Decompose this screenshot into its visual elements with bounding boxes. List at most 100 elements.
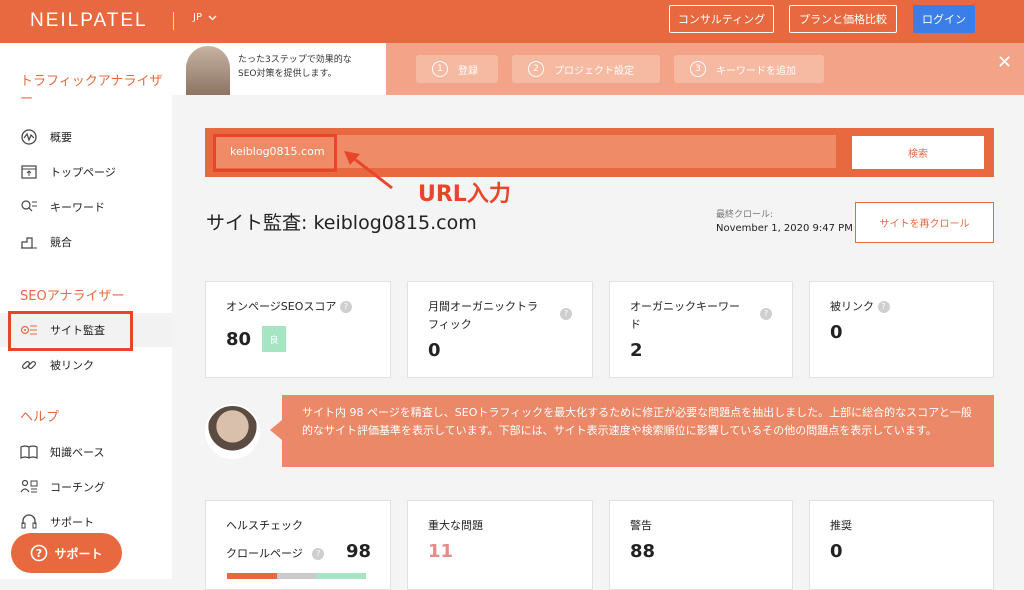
help-icon[interactable]: ? [560, 308, 572, 320]
neilpatel-logo[interactable]: NEILPATEL [30, 10, 148, 32]
crawl-pages-row: クロールページ ? [226, 545, 325, 561]
metric-title: オーガニックキーワー ド [630, 298, 740, 334]
issue-value: 11 [428, 541, 454, 562]
last-crawl-date: November 1, 2020 9:47 PM [716, 223, 853, 234]
issue-value: 0 [830, 541, 843, 562]
sidebar-section-help: ヘルプ [20, 410, 60, 425]
annotation-highlight-url [213, 134, 337, 172]
metric-title: 被リンク ? [830, 298, 890, 316]
link-icon [21, 360, 37, 370]
metric-title-line2: フィック [428, 318, 472, 331]
metric-title-text: 被リンク [830, 300, 874, 313]
metric-title-line1: 月間オーガニックトラ [428, 300, 538, 313]
help-icon[interactable]: ? [877, 301, 890, 313]
overview-icon [21, 129, 37, 145]
plans-button[interactable]: プランと価格比較 [789, 5, 897, 33]
header-divider [173, 12, 174, 30]
speech-pointer [270, 420, 282, 440]
language-label: JP [193, 12, 202, 23]
step-label: キーワードを追加 [716, 65, 796, 77]
last-crawl-label: 最終クロール: [716, 210, 774, 220]
recrawl-button[interactable]: サイトを再クロール [855, 202, 994, 243]
annotation-arrow-icon [344, 151, 393, 190]
status-badge: 良 [262, 326, 286, 352]
banner-intro: たった3ステップで効果的な SEO対策を提供します。 [172, 43, 386, 95]
sidebar-item-label: キーワード [50, 201, 105, 214]
step-label: プロジェクト設定 [554, 65, 634, 77]
avatar [205, 404, 260, 459]
search-button[interactable]: 検索 [852, 136, 984, 169]
sidebar-item-backlinks[interactable]: 被リンク [0, 348, 172, 382]
banner-text-line1: たった3ステップで効果的な [238, 55, 352, 65]
step-number: 1 [432, 61, 448, 77]
metric-card-onpage-seo: オンページSEOスコア ? 80 良 [205, 281, 391, 378]
step-project-setup[interactable]: 2 プロジェクト設定 [512, 55, 660, 83]
health-check-title: ヘルスチェック [226, 519, 303, 532]
health-bar-warning [277, 573, 316, 579]
issue-card-critical: 重大な問題 11 [407, 500, 593, 590]
chevron-down-icon [208, 15, 217, 20]
sidebar-section-label: トラフィックアナライザ [20, 74, 163, 89]
avatar [186, 46, 230, 95]
metric-title-line1: オーガニックキーワー [630, 300, 740, 313]
step-number: 2 [528, 61, 544, 77]
support-button-label: サポート [54, 546, 103, 561]
step-add-keywords[interactable]: 3 キーワードを追加 [674, 55, 824, 83]
metric-card-organic-keywords: オーガニックキーワー ド ? 2 [609, 281, 793, 378]
login-button[interactable]: ログイン [913, 5, 975, 33]
sidebar-item-label: トップページ [50, 166, 116, 179]
sidebar-item-coaching[interactable]: コーチング [0, 470, 172, 504]
step-number: 3 [690, 61, 706, 77]
consulting-button[interactable]: コンサルティング [669, 5, 774, 33]
metric-title: オンページSEOスコア ? [226, 298, 352, 316]
sidebar-section-traffic: トラフィックアナライザ ー [20, 73, 162, 109]
crawl-pages-value: 98 [346, 541, 372, 562]
metric-value: 2 [630, 340, 643, 361]
sidebar-item-label: 被リンク [50, 359, 94, 372]
metric-card-backlinks: 被リンク ? 0 [809, 281, 994, 378]
sidebar-section-seo: SEOアナライザー [20, 289, 125, 304]
banner-text: たった3ステップで効果的な SEO対策を提供します。 [238, 53, 352, 81]
competitors-icon [21, 237, 37, 249]
metric-title-text: オンページSEOスコア [226, 300, 337, 313]
sidebar-item-keywords[interactable]: キーワード [0, 190, 172, 224]
sidebar-item-overview[interactable]: 概要 [0, 120, 172, 154]
onboarding-banner: たった3ステップで効果的な SEO対策を提供します。 1 登録 2 プロジェクト… [172, 43, 1024, 95]
book-icon [20, 445, 38, 459]
annotation-highlight-site-audit [8, 311, 133, 351]
issue-card-warning: 警告 88 [609, 500, 793, 590]
sidebar-item-top-pages[interactable]: トップページ [0, 155, 172, 189]
issue-title: 重大な問題 [428, 519, 483, 532]
crawl-pages-label: クロールページ [226, 547, 303, 560]
metric-card-organic-traffic: 月間オーガニックトラ フィック ? 0 [407, 281, 593, 378]
step-label: 登録 [458, 65, 478, 77]
step-register[interactable]: 1 登録 [416, 55, 498, 83]
metric-title: 月間オーガニックトラ フィック [428, 298, 538, 334]
health-bar-critical [227, 573, 277, 579]
headset-icon [21, 514, 37, 529]
top-pages-icon [21, 165, 37, 179]
sidebar-item-knowledge-base[interactable]: 知識ベース [0, 435, 172, 469]
issue-card-recommended: 推奨 0 [809, 500, 994, 590]
help-circle-icon: ? [31, 544, 48, 562]
close-icon[interactable]: ✕ [997, 52, 1012, 73]
sidebar-item-competitors[interactable]: 競合 [0, 225, 172, 259]
metric-value: 0 [830, 322, 843, 343]
help-icon[interactable]: ? [312, 548, 325, 560]
audit-summary-message: サイト内 98 ページを精査し、SEOトラフィックを最大化するために修正が必要な… [282, 395, 994, 467]
sidebar-item-label: 概要 [50, 131, 72, 144]
sidebar-item-label: サポート [50, 516, 94, 529]
page-title: サイト監査: keiblog0815.com [206, 212, 477, 234]
help-icon[interactable]: ? [760, 308, 772, 320]
help-icon[interactable]: ? [339, 301, 352, 313]
issue-title: 推奨 [830, 519, 852, 532]
metric-value: 80 [226, 329, 252, 350]
sidebar-section-label-cont: ー [20, 92, 34, 107]
annotation-label: URL入力 [418, 182, 511, 207]
issue-title: 警告 [630, 519, 652, 532]
sidebar-item-label: コーチング [50, 481, 105, 494]
svg-text:?: ? [36, 547, 42, 560]
language-selector[interactable]: JP [193, 12, 217, 23]
sidebar-item-label: 知識ベース [50, 446, 105, 459]
support-button[interactable]: ? サポート [11, 533, 122, 573]
